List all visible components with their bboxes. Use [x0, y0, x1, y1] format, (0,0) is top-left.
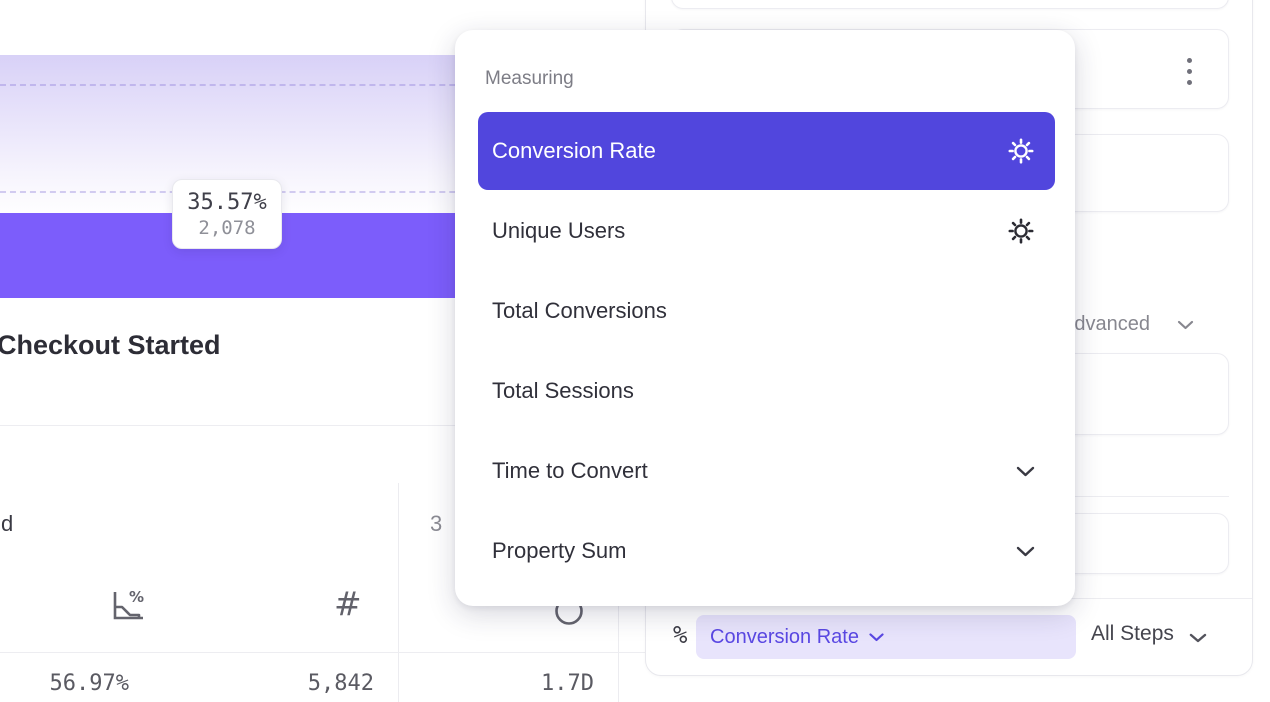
menu-item-time-to-convert[interactable]: Time to Convert — [478, 432, 1055, 510]
table-value-time: 1.7D — [420, 671, 594, 696]
conversion-rate-chip[interactable]: Conversion Rate — [696, 615, 1076, 659]
menu-item-total-sessions[interactable]: Total Sessions — [478, 352, 1055, 430]
chart-tooltip: 35.57% 2,078 — [172, 179, 282, 249]
step-title: Checkout Started — [0, 330, 221, 361]
tooltip-count: 2,078 — [198, 217, 255, 239]
menu-item-unique-users[interactable]: Unique Users — [478, 192, 1055, 270]
menu-item-property-sum[interactable]: Property Sum — [478, 512, 1055, 590]
gear-icon[interactable] — [1007, 137, 1035, 165]
table-step1-header: d — [1, 511, 13, 537]
table-column-divider — [398, 483, 399, 702]
table-step2-header: 3 — [430, 511, 442, 537]
builder-card — [671, 0, 1229, 9]
chevron-down-icon — [869, 633, 884, 642]
chip-label: Conversion Rate — [710, 626, 859, 649]
menu-item-conversion-rate[interactable]: Conversion Rate — [478, 112, 1055, 190]
menu-item-total-conversions[interactable]: Total Conversions — [478, 272, 1055, 350]
table-value-conversion-rate: 56.97% — [0, 671, 129, 696]
gear-icon[interactable] — [1007, 217, 1035, 245]
table-row-divider — [0, 652, 645, 653]
funnel-report-screen: 35.57% 2,078 Checkout Started d 3 % # 56… — [0, 0, 1270, 702]
menu-header: Measuring — [485, 68, 574, 90]
chevron-down-icon — [1016, 466, 1035, 477]
all-steps-dropdown[interactable]: All Steps — [1091, 622, 1174, 646]
kebab-menu-icon[interactable] — [1187, 58, 1192, 85]
chevron-down-icon[interactable] — [1177, 317, 1194, 335]
metric-type-symbol: % — [673, 621, 687, 649]
chevron-down-icon — [1016, 546, 1035, 557]
svg-text:%: % — [129, 588, 144, 606]
chevron-down-icon[interactable] — [1189, 630, 1207, 648]
hash-icon[interactable]: # — [334, 584, 362, 623]
funnel-percent-icon[interactable]: % — [106, 585, 148, 632]
tooltip-conversion-rate: 35.57% — [187, 190, 266, 215]
measuring-menu: Measuring Conversion Rate Unique Users T… — [455, 30, 1075, 606]
table-value-count: 5,842 — [200, 671, 374, 696]
